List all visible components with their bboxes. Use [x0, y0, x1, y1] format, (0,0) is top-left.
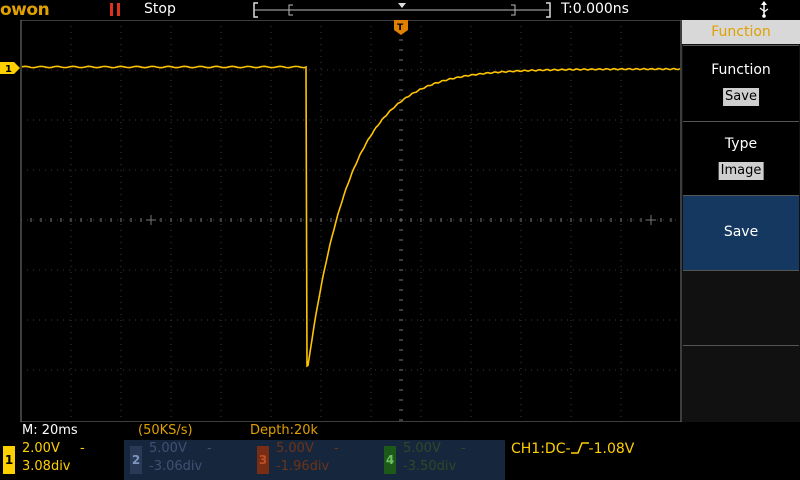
time-offset-readout: T:0.000ns	[561, 1, 629, 17]
channel-3-position: -1.96div	[276, 459, 330, 474]
menu-item-empty	[683, 345, 799, 422]
channel-4-volts: 5.00V	[403, 441, 441, 456]
channel-1-number: 1	[3, 446, 15, 474]
trigger-info[interactable]: CH1:DC- -1.08V	[505, 440, 800, 480]
menu-item-type-value: Image	[718, 162, 764, 180]
sample-rate-readout: (50KS/s)	[138, 423, 193, 438]
menu-item-type[interactable]: Type Image	[683, 121, 799, 195]
waveform-display[interactable]: 1 T	[0, 20, 682, 422]
channel-2-number: 2	[130, 446, 142, 474]
channel-4-coupling: -	[461, 441, 466, 456]
channel-4-info[interactable]: 4 5.00V - -3.50div	[381, 440, 505, 480]
function-menu: Function Function Save Type Image Save	[682, 20, 800, 422]
channel-3-volts: 5.00V	[276, 441, 314, 456]
channel-strip: 1 2.00V - 3.08div 2 5.00V - -3.06div 3 5…	[0, 440, 800, 480]
channel-3-number: 3	[257, 446, 269, 474]
channel-2-position: -3.06div	[149, 459, 203, 474]
menu-item-type-label: Type	[724, 136, 758, 152]
owon-logo: owon	[0, 0, 50, 18]
channel-1-coupling: -	[80, 441, 85, 456]
menu-item-function-label: Function	[711, 62, 771, 78]
menu-item-save[interactable]: Save	[683, 195, 799, 270]
channel-2-coupling: -	[207, 441, 212, 456]
usb-icon	[759, 1, 769, 18]
rising-edge-icon	[570, 442, 589, 454]
acquisition-status-line: M: 20ms (50KS/s) Depth:20k	[0, 422, 682, 440]
menu-item-empty	[683, 270, 799, 345]
trigger-position-bar	[253, 2, 551, 18]
svg-text:owon: owon	[0, 0, 49, 18]
channel-1-position: 3.08div	[22, 459, 71, 474]
trigger-readout: CH1:DC- -1.08V	[511, 441, 634, 457]
memory-depth-readout: Depth:20k	[250, 423, 319, 438]
ch1-level-marker-label: 1	[5, 64, 12, 75]
channel-4-number: 4	[384, 446, 396, 474]
trigger-time-marker-label: T	[397, 23, 404, 33]
menu-item-function-value: Save	[723, 88, 759, 106]
channel-3-info[interactable]: 3 5.00V - -1.96div	[254, 440, 378, 480]
channel-1-volts: 2.00V	[22, 441, 60, 456]
trigger-source: CH1:DC-	[511, 441, 571, 457]
channel-2-volts: 5.00V	[149, 441, 187, 456]
run-state-label: Stop	[144, 1, 176, 17]
menu-item-function[interactable]: Function Save	[683, 45, 799, 122]
menu-item-save-label: Save	[723, 224, 759, 240]
trigger-level: -1.08V	[588, 441, 635, 457]
pause-icon	[110, 3, 120, 16]
top-bar: owon Stop T:0.000ns	[0, 0, 800, 20]
menu-title: Function	[682, 20, 800, 44]
channel-2-info[interactable]: 2 5.00V - -3.06div	[127, 440, 251, 480]
channel-3-coupling: -	[334, 441, 339, 456]
channel-1-info[interactable]: 1 2.00V - 3.08div	[0, 440, 124, 480]
channel-4-position: -3.50div	[403, 459, 457, 474]
timebase-readout: M: 20ms	[22, 423, 78, 438]
